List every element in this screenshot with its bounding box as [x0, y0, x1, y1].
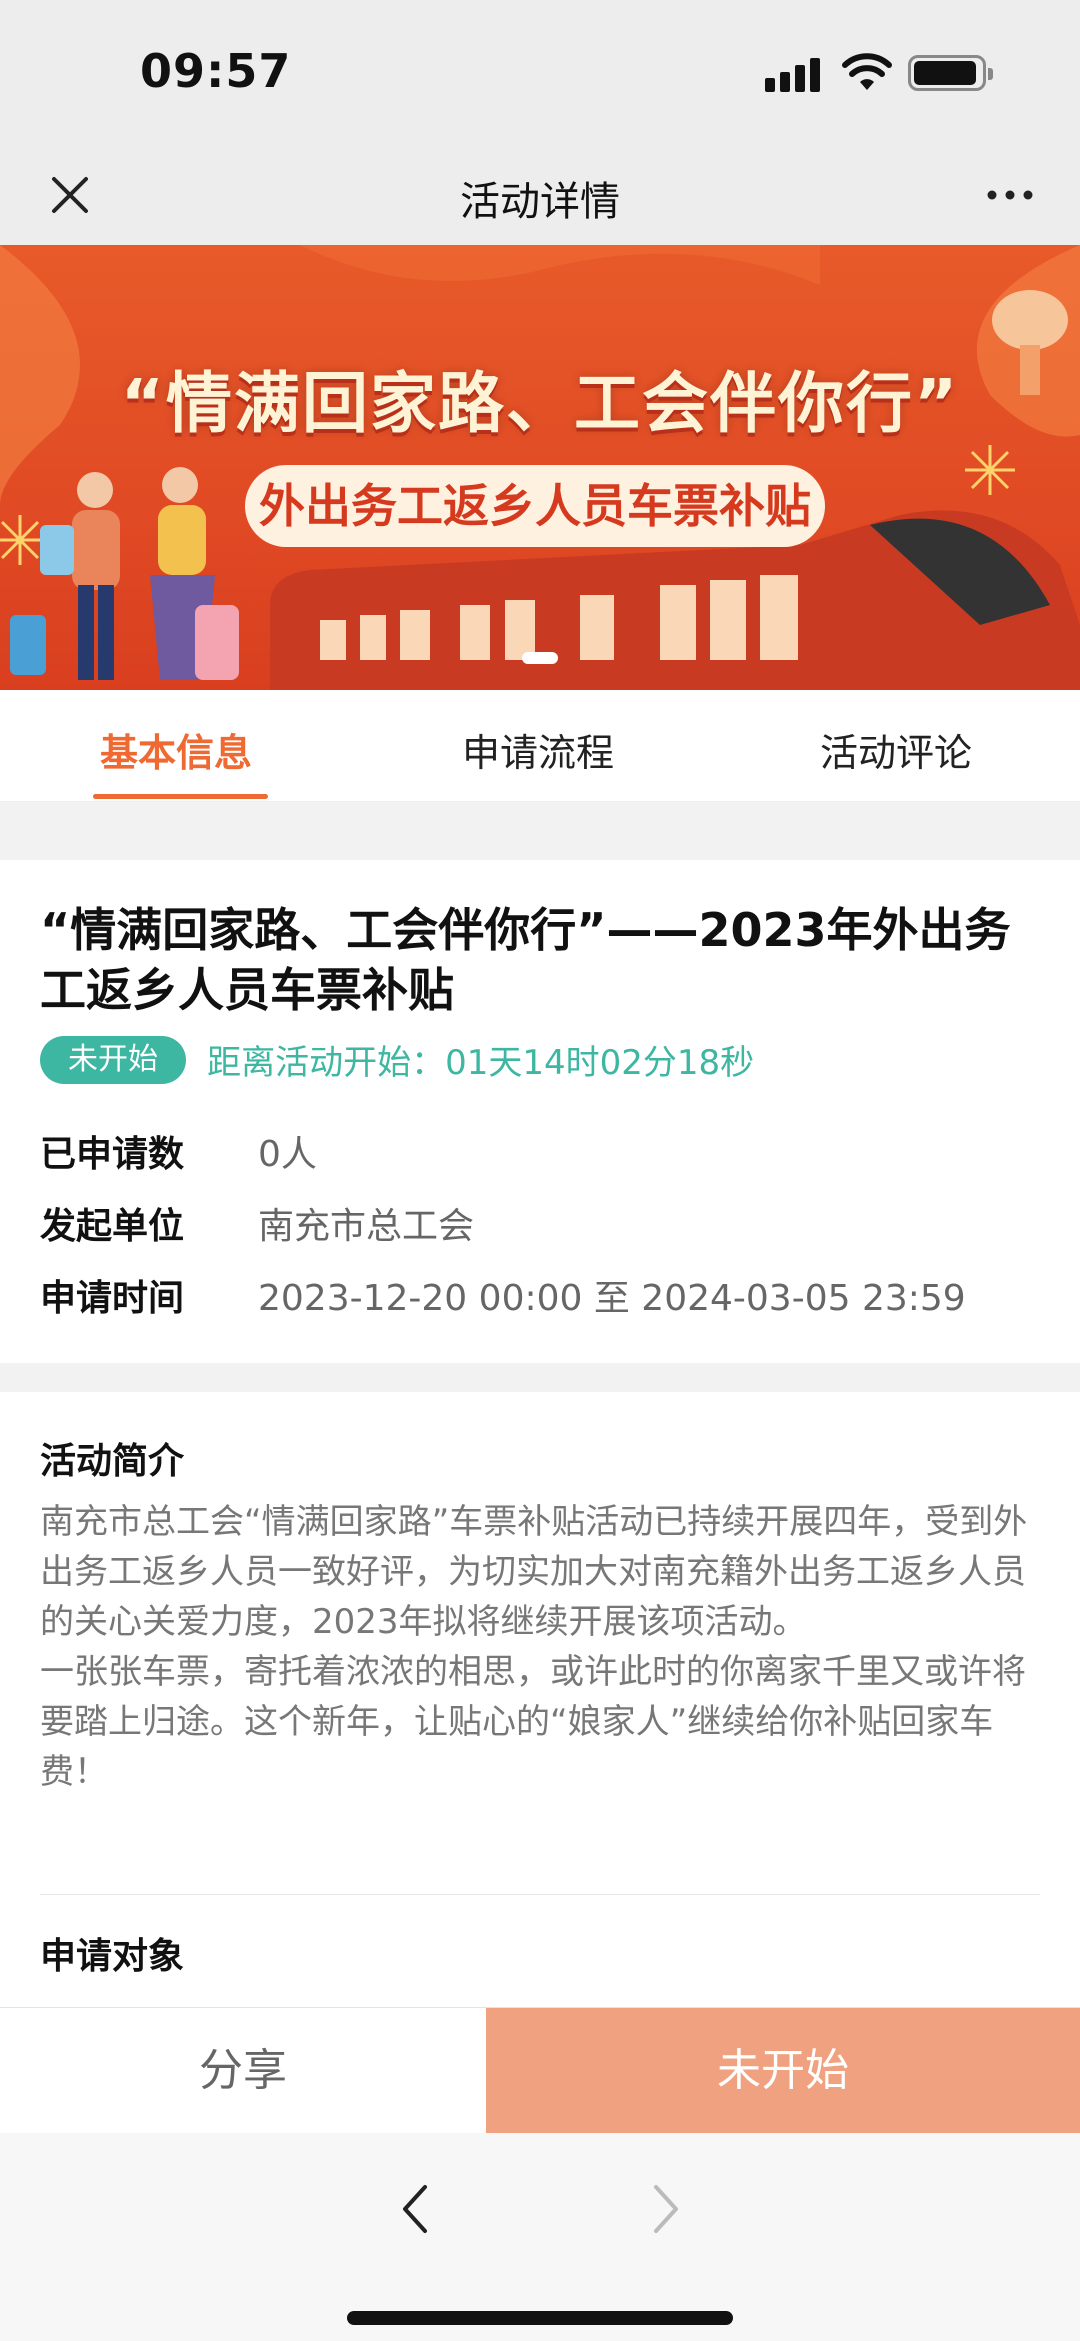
share-button[interactable]: 分享	[0, 2008, 486, 2134]
detail-value: 0人	[258, 1134, 317, 1175]
more-icon[interactable]	[980, 165, 1040, 225]
banner-image[interactable]: “情满回家路、工会伴你行” 外出务工返乡人员车票补贴	[0, 245, 1080, 690]
detail-row-organizer: 发起单位 南充市总工会	[40, 1197, 474, 1249]
event-title: “情满回家路、工会伴你行”——2023年外出务工返乡人员车票补贴	[40, 903, 1011, 1017]
back-arrow-icon[interactable]	[385, 2173, 445, 2245]
banner-headline: “情满回家路、工会伴你行”	[120, 365, 960, 442]
detail-value: 2023-12-20 00:00 至 2024-03-05 23:59	[258, 1278, 966, 1319]
status-row: 未开始 距离活动开始：01天14时02分18秒	[40, 1035, 754, 1085]
carousel-indicator	[522, 652, 558, 664]
eligibility-heading: 申请对象	[40, 1936, 185, 1977]
intro-heading: 活动简介	[40, 1441, 185, 1482]
intro-paragraph: 一张张车票，寄托着浓浓的相思，或许此时的你离家千里又或许将要踏上归途。这个新年，…	[40, 1652, 1026, 1792]
detail-label: 申请时间	[40, 1278, 185, 1319]
tab-basic-info[interactable]: 基本信息	[100, 722, 252, 777]
nav-bar: 活动详情	[0, 145, 1080, 245]
status-badge: 未开始	[40, 1035, 186, 1084]
tab-bar: 基本信息 申请流程 活动评论	[0, 690, 1080, 802]
countdown-text: 距离活动开始：01天14时02分18秒	[207, 1043, 755, 1083]
not-started-button[interactable]: 未开始	[486, 2008, 1080, 2134]
divider	[40, 1894, 1040, 1895]
event-info-card: “情满回家路、工会伴你行”——2023年外出务工返乡人员车票补贴 未开始 距离活…	[0, 860, 1080, 1363]
battery-icon	[908, 55, 993, 91]
active-tab-indicator	[93, 794, 268, 799]
home-indicator	[347, 2311, 733, 2325]
signal-icon	[765, 56, 825, 92]
forward-arrow-icon[interactable]	[636, 2173, 696, 2245]
status-time: 09:57	[140, 44, 292, 98]
tab-event-comments[interactable]: 活动评论	[820, 722, 972, 777]
intro-text: 南充市总工会“情满回家路”车票补贴活动已持续开展四年，受到外出务工返乡人员一致好…	[40, 1497, 1045, 1797]
detail-row-applied-count: 已申请数 0人	[40, 1125, 317, 1177]
browser-nav-bar	[0, 2133, 1080, 2341]
page-title: 活动详情	[460, 179, 620, 225]
event-intro-card: 活动简介 南充市总工会“情满回家路”车票补贴活动已持续开展四年，受到外出务工返乡…	[0, 1392, 1080, 2007]
detail-label: 发起单位	[40, 1206, 185, 1247]
detail-value: 南充市总工会	[258, 1206, 475, 1247]
detail-row-application-period: 申请时间 2023-12-20 00:00 至 2024-03-05 23:59	[40, 1269, 966, 1321]
status-bar: 09:57	[0, 0, 1080, 145]
wifi-icon	[842, 53, 892, 90]
intro-paragraph: 南充市总工会“情满回家路”车票补贴活动已持续开展四年，受到外出务工返乡人员一致好…	[40, 1502, 1028, 1642]
action-bar: 分享 未开始	[0, 2007, 1080, 2134]
tab-application-process[interactable]: 申请流程	[462, 722, 614, 777]
detail-label: 已申请数	[40, 1134, 185, 1175]
banner-subhead: 外出务工返乡人员车票补贴	[245, 465, 825, 547]
